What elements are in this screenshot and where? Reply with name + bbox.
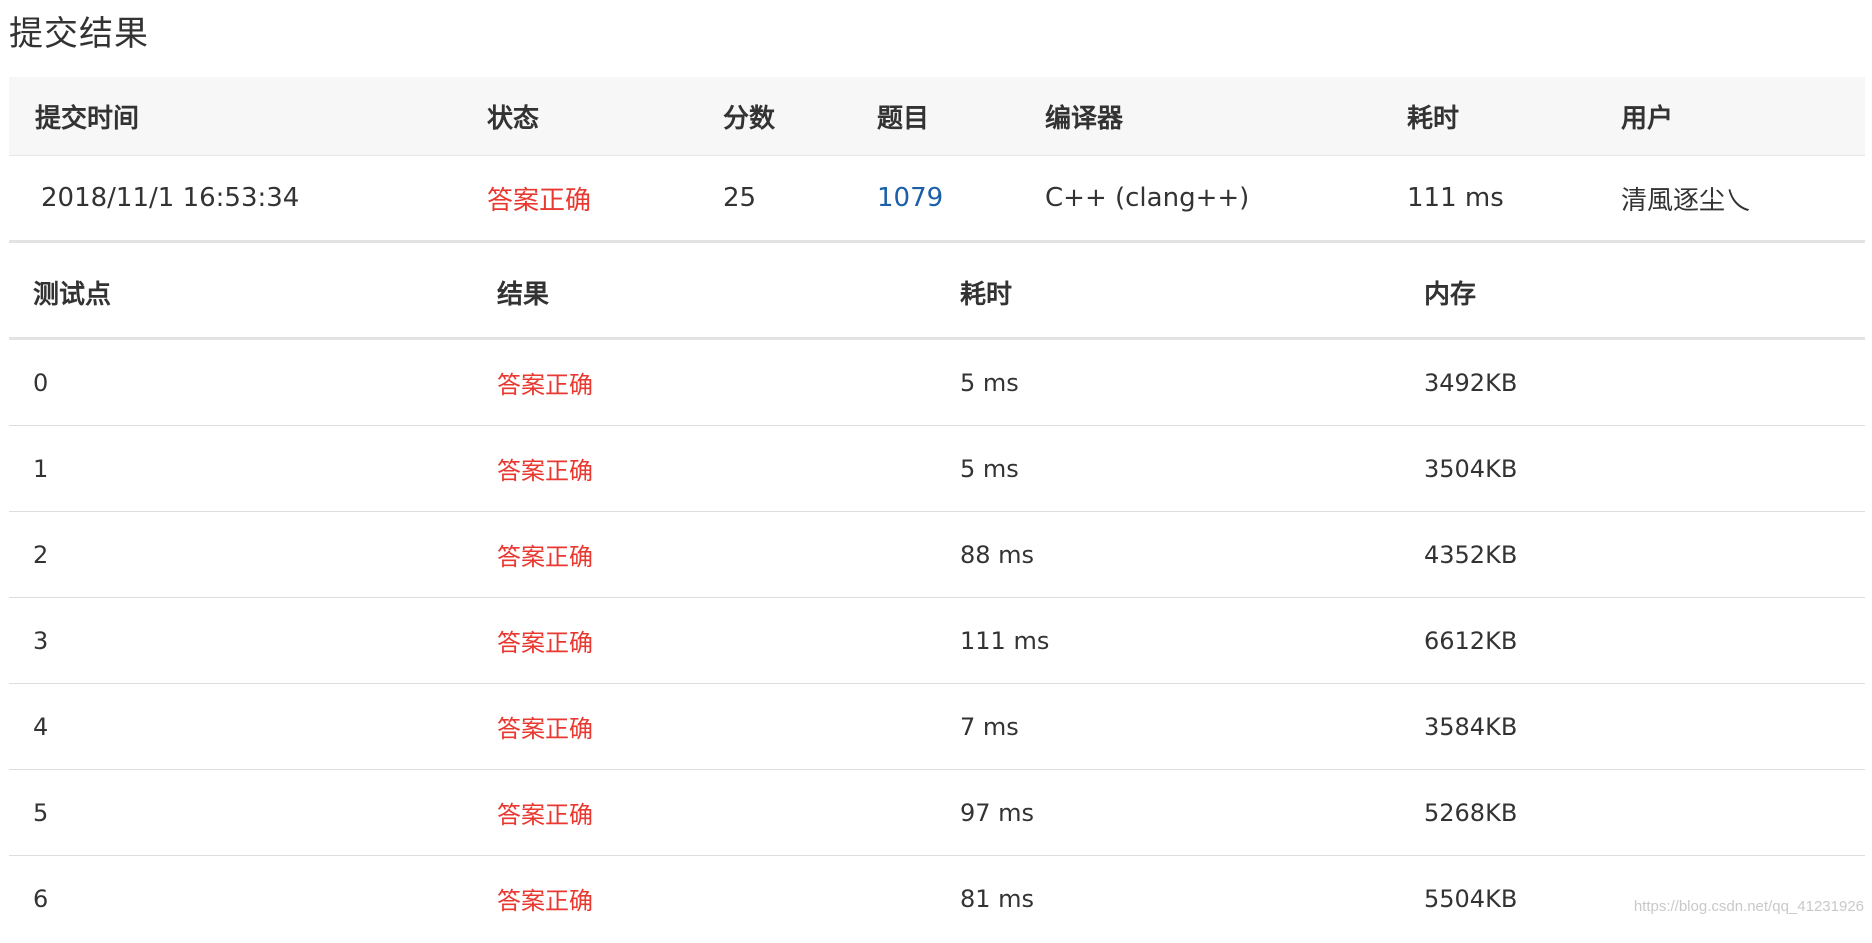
test-case-elapsed: 88 ms	[960, 540, 1035, 569]
header-problem: 题目	[877, 103, 930, 134]
compiler-value: C++ (clang++)	[1045, 183, 1250, 213]
test-case-elapsed: 111 ms	[960, 626, 1050, 655]
problem-link[interactable]: 1079	[877, 183, 943, 213]
header-elapsed: 耗时	[1407, 103, 1460, 134]
header-status: 状态	[487, 103, 540, 134]
test-case-rows: 0 答案正确 5 ms 3492KB 1 答案正确 5 ms 3504KB 2 …	[9, 340, 1865, 941]
test-case-elapsed: 5 ms	[960, 368, 1019, 397]
table-row: 2 答案正确 88 ms 4352KB	[9, 512, 1865, 598]
test-case-result: 答案正确	[497, 543, 593, 571]
test-case-id: 2	[33, 540, 49, 569]
test-case-id: 6	[33, 884, 49, 913]
test-case-result: 答案正确	[497, 887, 593, 915]
header-user: 用户	[1621, 103, 1674, 134]
table-row: 0 答案正确 5 ms 3492KB	[9, 340, 1865, 426]
header-score: 分数	[723, 103, 776, 134]
page-title: 提交结果	[9, 14, 149, 54]
test-case-id: 1	[33, 454, 49, 483]
test-case-elapsed: 81 ms	[960, 884, 1035, 913]
test-case-memory: 4352KB	[1424, 540, 1518, 569]
header-result: 结果	[497, 280, 550, 310]
watermark: https://blog.csdn.net/qq_41231926	[1633, 898, 1864, 915]
test-case-table: 测试点 结果 耗时 内存 0 答案正确 5 ms 3492KB 1 答案正确 5…	[9, 248, 1865, 941]
test-case-result: 答案正确	[497, 629, 593, 657]
table-row: 4 答案正确 7 ms 3584KB	[9, 684, 1865, 770]
table-row: 5 答案正确 97 ms 5268KB	[9, 770, 1865, 856]
header-submit-time: 提交时间	[35, 103, 140, 134]
test-case-result: 答案正确	[497, 371, 593, 399]
test-case-memory: 5268KB	[1424, 798, 1518, 827]
header-compiler: 编译器	[1045, 103, 1124, 134]
test-case-memory: 3504KB	[1424, 454, 1518, 483]
header-memory: 内存	[1424, 280, 1477, 310]
submission-table: 提交时间 状态 分数 题目 编译器 耗时 用户 2018/11/1 16:53:…	[9, 77, 1865, 243]
table-row: 6 答案正确 81 ms 5504KB	[9, 856, 1865, 941]
header-test-case: 测试点	[33, 280, 112, 310]
test-case-elapsed: 5 ms	[960, 454, 1019, 483]
test-case-result: 答案正确	[497, 801, 593, 829]
test-case-id: 0	[33, 368, 49, 397]
test-case-memory: 5504KB	[1424, 884, 1518, 913]
test-case-memory: 3492KB	[1424, 368, 1518, 397]
test-case-memory: 6612KB	[1424, 626, 1518, 655]
elapsed-value: 111 ms	[1407, 183, 1504, 213]
test-case-result: 答案正确	[497, 715, 593, 743]
score-value: 25	[723, 183, 757, 213]
problem-cell: 1079	[877, 156, 943, 240]
test-case-table-header: 测试点 结果 耗时 内存	[9, 248, 1865, 340]
test-case-result: 答案正确	[497, 457, 593, 485]
test-case-id: 5	[33, 798, 49, 827]
test-case-id: 4	[33, 712, 49, 741]
submit-time: 2018/11/1 16:53:34	[41, 183, 300, 213]
submission-table-header: 提交时间 状态 分数 题目 编译器 耗时 用户	[9, 77, 1865, 156]
status-badge: 答案正确	[487, 185, 592, 216]
test-case-elapsed: 97 ms	[960, 798, 1035, 827]
test-case-elapsed: 7 ms	[960, 712, 1019, 741]
submission-row: 2018/11/1 16:53:34 答案正确 25 1079 C++ (cla…	[9, 156, 1865, 243]
test-case-id: 3	[33, 626, 49, 655]
table-row: 1 答案正确 5 ms 3504KB	[9, 426, 1865, 512]
header-case-elapsed: 耗时	[960, 280, 1013, 310]
test-case-memory: 3584KB	[1424, 712, 1518, 741]
table-row: 3 答案正确 111 ms 6612KB	[9, 598, 1865, 684]
user-name: 清風逐尘乀	[1621, 185, 1752, 216]
